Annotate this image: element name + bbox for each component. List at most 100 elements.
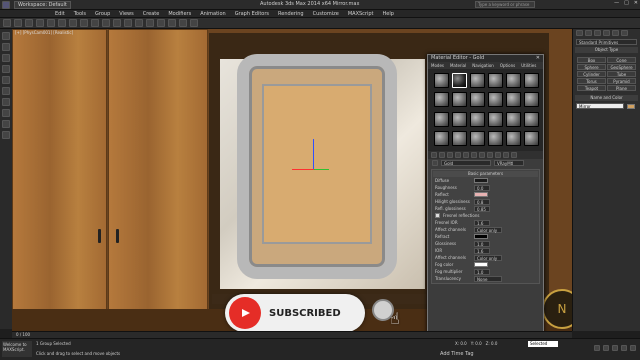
tool-icon[interactable]	[2, 54, 10, 62]
sample-slot[interactable]	[488, 73, 503, 88]
get-material-icon[interactable]	[431, 152, 437, 158]
curve-editor-icon[interactable]	[157, 19, 165, 27]
modify-tab-icon[interactable]	[585, 30, 592, 36]
me-menu-options[interactable]: Options	[500, 63, 515, 68]
translucency-dropdown[interactable]: None	[474, 275, 502, 282]
select-by-name-icon[interactable]	[58, 19, 66, 27]
object-pyramid-button[interactable]: Pyramid	[607, 78, 636, 84]
time-slider[interactable]: 0 / 100	[12, 331, 572, 338]
select-icon[interactable]	[47, 19, 55, 27]
tool-icon[interactable]	[2, 32, 10, 40]
rotate-icon[interactable]	[80, 19, 88, 27]
refract-gloss-spinner[interactable]: 1.0	[474, 240, 490, 247]
category-dropdown[interactable]: Standard Primitives	[576, 39, 637, 45]
next-frame-icon[interactable]	[621, 345, 627, 351]
tool-icon[interactable]	[2, 109, 10, 117]
sample-slot[interactable]	[506, 92, 521, 108]
link-icon[interactable]	[25, 19, 33, 27]
object-color-swatch[interactable]	[627, 103, 635, 109]
motion-tab-icon[interactable]	[603, 30, 610, 36]
object-box-button[interactable]: Box	[577, 57, 606, 63]
menu-modifiers[interactable]: Modifiers	[168, 11, 191, 17]
refract-swatch[interactable]	[474, 234, 488, 239]
sample-slot[interactable]	[434, 73, 449, 88]
sample-slot[interactable]	[434, 130, 449, 146]
menu-help[interactable]: Help	[383, 11, 394, 17]
move-icon[interactable]	[69, 19, 77, 27]
menu-group[interactable]: Group	[95, 11, 110, 17]
angle-snap-icon[interactable]	[113, 19, 121, 27]
scale-icon[interactable]	[91, 19, 99, 27]
snap-icon[interactable]	[102, 19, 110, 27]
menu-tools[interactable]: Tools	[74, 11, 86, 17]
x-coordinate[interactable]: X: 0.0	[455, 341, 467, 346]
tool-icon[interactable]	[2, 76, 10, 84]
me-menu-utilities[interactable]: Utilities	[521, 63, 536, 68]
tool-icon[interactable]	[2, 120, 10, 128]
object-name-field[interactable]: Mirror	[576, 103, 624, 109]
object-teapot-button[interactable]: Teapot	[577, 85, 606, 91]
ior-spinner[interactable]: 1.6	[474, 247, 490, 254]
fresnel-ior-spinner[interactable]: 1.6	[474, 219, 490, 226]
z-coordinate[interactable]: Z: 0.0	[486, 341, 498, 346]
name-and-color-header[interactable]: Name and Color	[575, 95, 638, 101]
maxscript-listener[interactable]: Welcome to MAXScript.	[2, 341, 32, 357]
show-end-result-icon[interactable]	[503, 152, 509, 158]
object-type-header[interactable]: Object Type	[575, 47, 638, 53]
close-icon[interactable]: ✕	[634, 0, 638, 6]
unique-icon[interactable]	[471, 152, 477, 158]
hierarchy-tab-icon[interactable]	[594, 30, 601, 36]
library-icon[interactable]	[479, 152, 485, 158]
assign-material-icon[interactable]	[447, 152, 453, 158]
roughness-spinner[interactable]: 0.0	[474, 184, 490, 191]
sample-slot[interactable]	[488, 130, 503, 146]
refl-gloss-spinner[interactable]: 0.85	[474, 205, 490, 212]
menu-create[interactable]: Create	[143, 11, 160, 17]
me-menu-modes[interactable]: Modes	[431, 63, 444, 68]
tool-icon[interactable]	[2, 98, 10, 106]
tool-icon[interactable]	[2, 131, 10, 139]
sample-slot[interactable]	[434, 111, 449, 127]
menu-rendering[interactable]: Rendering	[278, 11, 304, 17]
me-menu-navigation[interactable]: Navigation	[472, 63, 494, 68]
hilight-gloss-spinner[interactable]: 0.8	[474, 198, 490, 205]
fog-color-swatch[interactable]	[474, 262, 488, 267]
app-menu-icon[interactable]	[2, 1, 10, 9]
close-icon[interactable]: ✕	[536, 55, 540, 62]
me-menu-material[interactable]: Material	[450, 63, 466, 68]
sample-slot[interactable]	[470, 92, 485, 108]
utilities-tab-icon[interactable]	[621, 30, 628, 36]
selection-filter-dropdown[interactable]: Selected	[528, 341, 558, 347]
object-tube-button[interactable]: Tube	[607, 71, 636, 77]
reset-icon[interactable]	[455, 152, 461, 158]
search-input[interactable]: Type a keyword or phrase	[475, 1, 535, 8]
go-to-start-icon[interactable]	[594, 345, 600, 351]
tool-icon[interactable]	[2, 43, 10, 51]
fog-multiplier-spinner[interactable]: 1.0	[474, 268, 490, 275]
go-to-parent-icon[interactable]	[511, 152, 517, 158]
sample-slot[interactable]	[506, 130, 521, 146]
menu-views[interactable]: Views	[119, 11, 133, 17]
reflect-swatch[interactable]	[474, 192, 488, 197]
material-editor-icon[interactable]	[168, 19, 176, 27]
object-sphere-button[interactable]: Sphere	[577, 64, 606, 70]
object-plane-button[interactable]: Plane	[607, 85, 636, 91]
sample-slot[interactable]	[506, 73, 521, 88]
sample-slot[interactable]	[524, 111, 539, 127]
sample-slot[interactable]	[506, 111, 521, 127]
tool-icon[interactable]	[2, 87, 10, 95]
show-map-icon[interactable]	[495, 152, 501, 158]
viewport-label[interactable]: [+] [PhysCam001] [Realistic]	[15, 30, 73, 35]
y-coordinate[interactable]: Y: 0.0	[471, 341, 482, 346]
refract-affect-channels-dropdown[interactable]: Color only	[474, 254, 502, 261]
sample-slot[interactable]	[452, 111, 467, 127]
workspace-dropdown[interactable]: Workspace: Default	[14, 1, 71, 9]
menu-graph-editors[interactable]: Graph Editors	[235, 11, 269, 17]
render-setup-icon[interactable]	[179, 19, 187, 27]
put-to-scene-icon[interactable]	[439, 152, 445, 158]
create-tab-icon[interactable]	[576, 30, 583, 36]
object-torus-button[interactable]: Torus	[577, 78, 606, 84]
sample-slot[interactable]	[524, 73, 539, 88]
menu-maxscript[interactable]: MAXScript	[348, 11, 374, 17]
tool-icon[interactable]	[2, 65, 10, 73]
